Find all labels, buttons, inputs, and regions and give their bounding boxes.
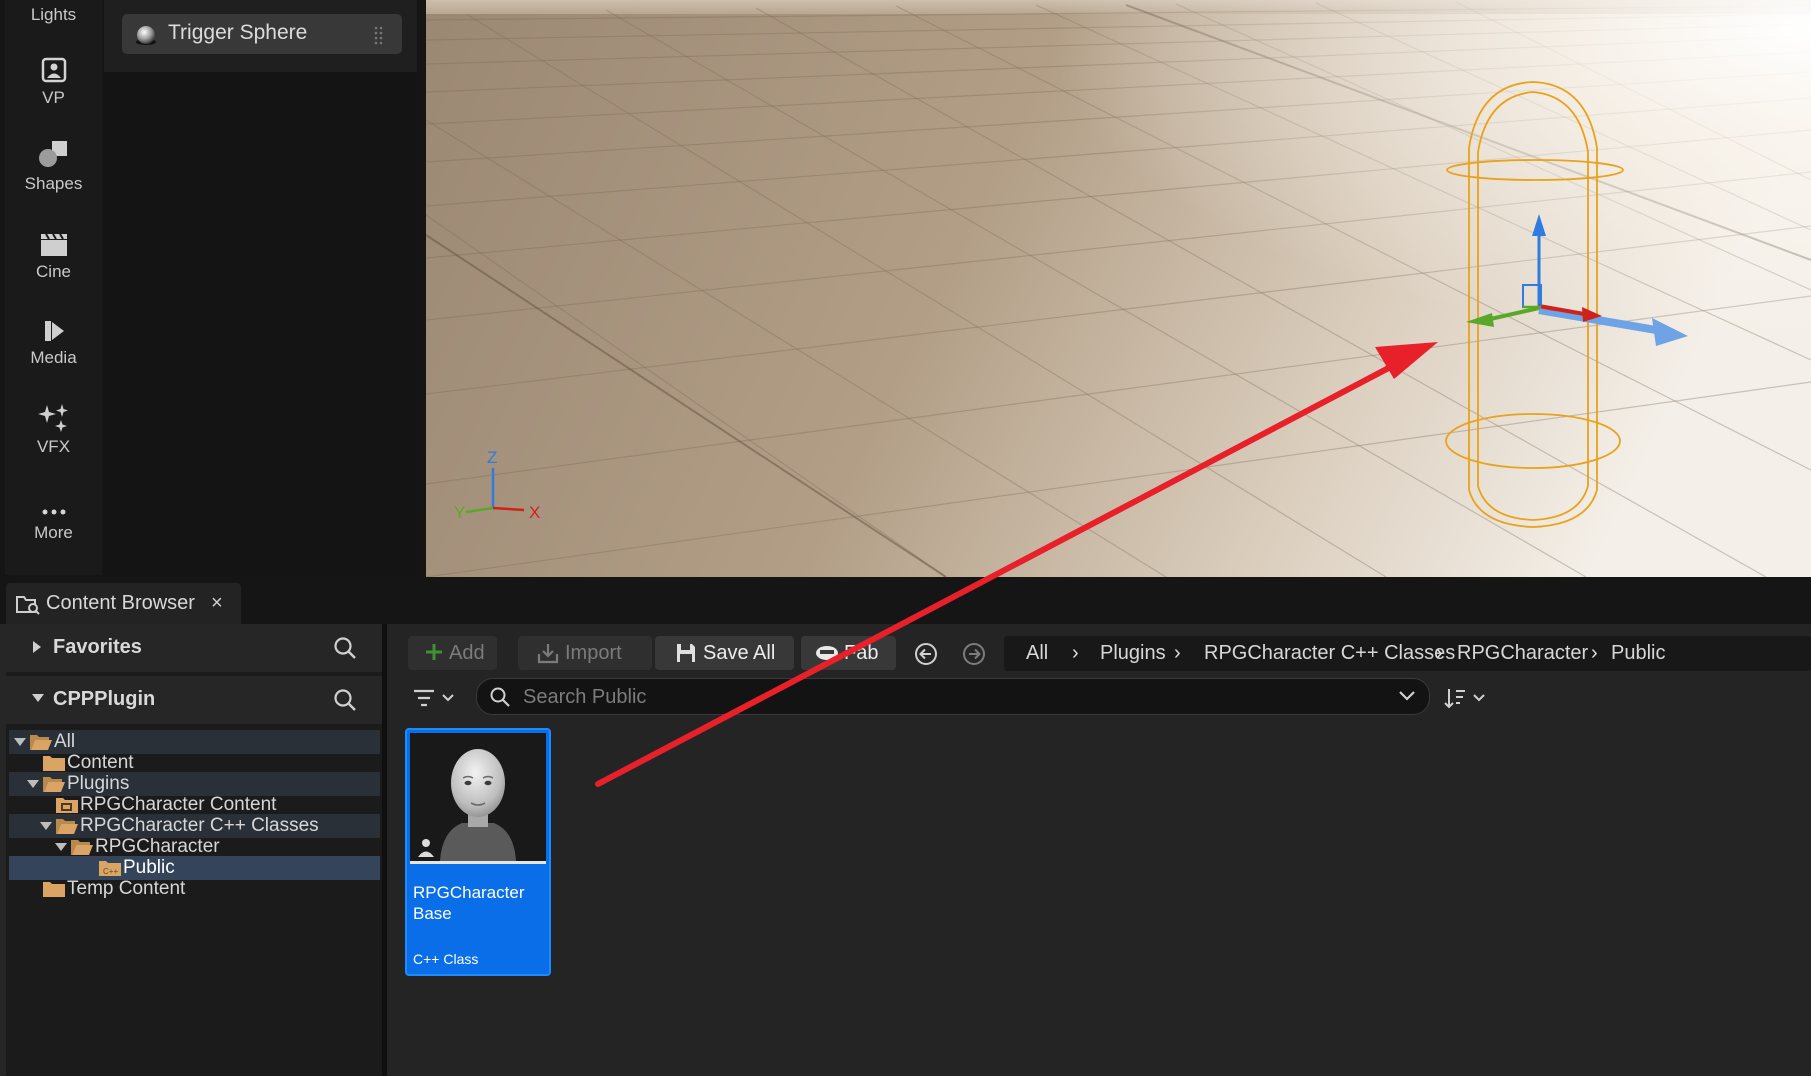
chevron-down-icon[interactable] [13, 736, 27, 748]
breadcrumb-separator[interactable]: › [1591, 642, 1598, 665]
search-input[interactable] [521, 685, 1325, 709]
breadcrumb-item-public[interactable]: Public [1611, 642, 1665, 665]
chevron-down-icon[interactable] [30, 691, 46, 705]
place-actors-list-area [104, 72, 417, 576]
history-back-icon[interactable] [914, 642, 938, 666]
assets-panel: Add Import Save All Fab All › Plugins › … [387, 624, 1811, 1076]
mode-vfx[interactable]: VFX [5, 403, 102, 457]
plus-icon [426, 644, 442, 660]
project-label: CPPPlugin [53, 688, 156, 710]
search-icon[interactable] [332, 635, 358, 661]
favorites-header[interactable]: Favorites [6, 624, 382, 672]
mode-cine[interactable]: Cine [5, 230, 102, 282]
search-box[interactable] [476, 678, 1430, 715]
folder-open-icon [71, 840, 93, 855]
chevron-down-icon[interactable] [26, 778, 40, 790]
axis-label-x: X [529, 503, 540, 522]
mode-toolbar: Lights VP Shapes Cine Media VFX More [5, 0, 102, 575]
virtual-production-icon [41, 57, 66, 83]
folder-open-icon [30, 735, 52, 750]
asset-tile-rpgcharacter-base[interactable]: RPGCharacter Base C++ Class [405, 728, 551, 976]
asset-thumbnail [410, 733, 546, 861]
mode-vp-label: VP [42, 88, 65, 107]
asset-name: RPGCharacter Base [413, 883, 525, 923]
asset-type-label: C++ Class [413, 951, 479, 967]
breadcrumb: All › Plugins › RPGCharacter C++ Classes… [1004, 636, 1811, 671]
shapes-icon [38, 141, 67, 167]
fab-icon [816, 646, 838, 660]
content-browser-tab-label: Content Browser [46, 592, 195, 614]
chevron-down-icon[interactable] [54, 841, 68, 853]
mode-media[interactable]: Media [5, 318, 102, 368]
search-icon [490, 687, 510, 707]
mode-more-label: More [34, 523, 73, 542]
content-browser-tabbar: Content Browser × [0, 577, 1811, 624]
place-actors-panel: Trigger Sphere [104, 0, 417, 72]
axis-label-z: Z [487, 448, 497, 467]
breadcrumb-separator[interactable]: › [1436, 642, 1443, 665]
history-forward-icon[interactable] [962, 642, 986, 666]
breadcrumb-item-rpgcharacter[interactable]: RPGCharacter [1457, 642, 1588, 665]
media-play-icon [44, 321, 64, 341]
save-icon [677, 644, 695, 662]
fab-button[interactable]: Fab [801, 636, 896, 670]
save-all-button[interactable]: Save All [655, 636, 794, 670]
axis-label-y: Y [454, 503, 465, 522]
mode-vfx-label: VFX [36, 437, 71, 456]
viewport-scene: Z Y X [426, 0, 1811, 577]
plugin-folder-icon [56, 798, 78, 813]
import-button[interactable]: Import [518, 636, 652, 670]
chevron-down-icon[interactable] [1398, 689, 1416, 703]
sparkles-icon [37, 404, 68, 432]
mode-more[interactable]: More [5, 505, 102, 543]
filter-icon[interactable] [412, 687, 458, 709]
content-browser-tab[interactable]: Content Browser × [6, 583, 241, 624]
mode-media-label: Media [30, 348, 77, 367]
mode-lights[interactable]: Lights [5, 5, 102, 25]
project-header[interactable]: CPPPlugin [6, 676, 382, 724]
clapperboard-icon [40, 233, 67, 256]
close-icon[interactable]: × [211, 592, 223, 615]
mode-shapes[interactable]: Shapes [5, 138, 102, 194]
asset-type-color-bar [410, 861, 546, 864]
mode-shapes-label: Shapes [24, 174, 83, 193]
drag-handle-icon[interactable] [374, 25, 384, 45]
mode-lights-label: Lights [30, 5, 77, 24]
folder-open-icon [56, 819, 78, 834]
level-viewport[interactable]: Z Y X [426, 0, 1811, 577]
ellipsis-icon [42, 509, 65, 515]
breadcrumb-separator[interactable]: › [1072, 642, 1079, 665]
breadcrumb-item-plugins[interactable]: Plugins [1100, 642, 1166, 665]
character-icon [416, 749, 516, 861]
search-icon[interactable] [332, 687, 358, 713]
sources-panel: Favorites CPPPlugin All Content Plugins … [6, 624, 382, 1076]
mode-vp[interactable]: VP [5, 56, 102, 108]
favorites-label: Favorites [53, 636, 142, 658]
svg-text:C++: C++ [103, 867, 118, 876]
chevron-right-icon[interactable] [30, 639, 44, 655]
folder-open-icon [43, 777, 65, 792]
folder-icon [43, 882, 65, 897]
breadcrumb-item-rpgcharacter-cpp-classes[interactable]: RPGCharacter C++ Classes [1204, 642, 1455, 665]
mode-cine-label: Cine [36, 262, 71, 281]
sphere-icon [136, 26, 156, 45]
cpp-folder-icon: C++ [99, 861, 121, 876]
breadcrumb-separator[interactable]: › [1174, 642, 1181, 665]
trigger-sphere-label: Trigger Sphere [168, 21, 308, 44]
chevron-down-icon[interactable] [39, 820, 53, 832]
sort-icon[interactable] [1443, 686, 1489, 710]
tree-item-temp-content[interactable]: Temp Content [9, 877, 380, 901]
add-button[interactable]: Add [408, 636, 497, 670]
folder-icon [43, 756, 65, 771]
content-browser-icon [16, 596, 40, 615]
trigger-sphere-item[interactable]: Trigger Sphere [122, 14, 402, 54]
import-icon [537, 644, 559, 664]
breadcrumb-item-all[interactable]: All [1026, 642, 1048, 665]
